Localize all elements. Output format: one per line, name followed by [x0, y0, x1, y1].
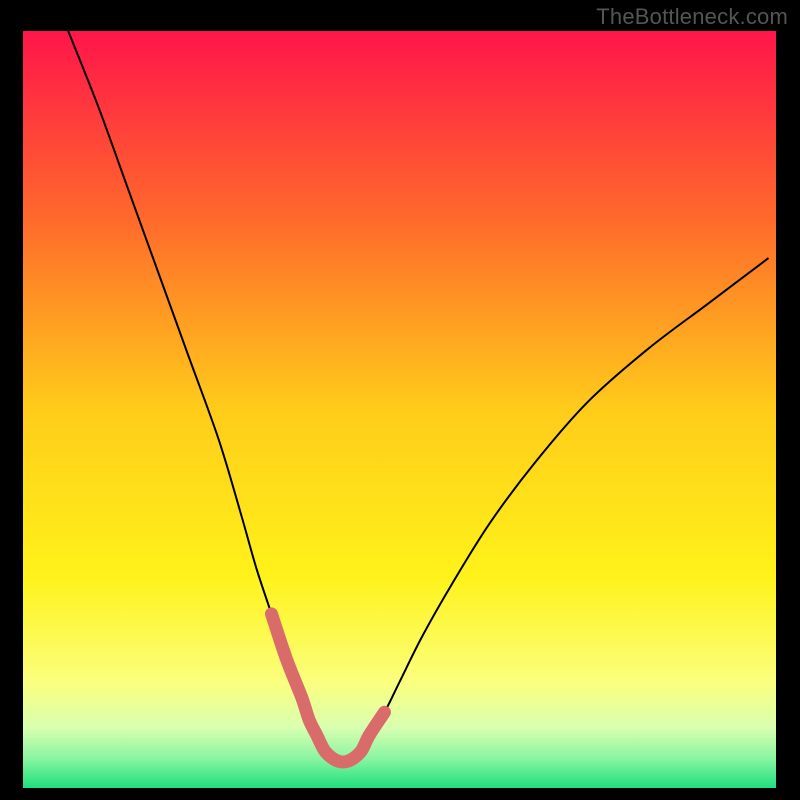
watermark-text: TheBottleneck.com: [596, 4, 788, 30]
bottleneck-chart: [0, 0, 800, 800]
plot-area: [23, 31, 776, 788]
chart-container: TheBottleneck.com: [0, 0, 800, 800]
